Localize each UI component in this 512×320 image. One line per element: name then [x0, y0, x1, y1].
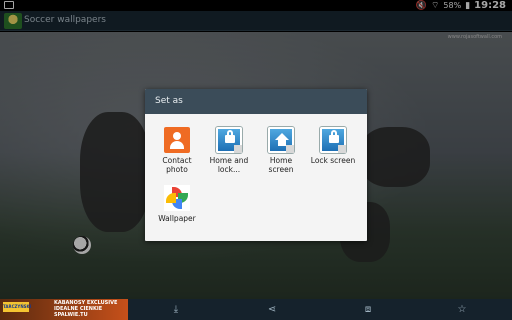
ad-brand-logo: TARCZYŃSKI [3, 302, 31, 312]
option-contact-photo[interactable]: Contact photo [152, 127, 202, 174]
option-label: Home screen [268, 156, 294, 174]
ad-banner[interactable]: TARCZYŃSKI KABANOSY EXCLUSIVE IDEALNE CI… [0, 299, 128, 320]
option-lock-screen[interactable]: Lock screen [308, 127, 358, 165]
contact-photo-icon [164, 127, 190, 153]
option-home-screen[interactable]: Home screen [256, 127, 306, 174]
option-label: Home and lock... [209, 156, 249, 174]
dialog-title: Set as [145, 89, 367, 114]
ad-text: KABANOSY EXCLUSIVE IDEALNE CIENKIE SPALW… [54, 300, 118, 318]
option-label: Wallpaper [158, 214, 196, 223]
home-screen-icon [268, 127, 294, 153]
option-wallpaper[interactable]: Wallpaper [152, 185, 202, 223]
option-label: Lock screen [310, 156, 356, 165]
download-icon[interactable]: ⤓ [170, 304, 182, 316]
star-icon[interactable]: ☆ [456, 304, 468, 316]
set-as-dialog: Set as Contact photo Home and lock... Ho… [145, 89, 367, 241]
lock-screen-icon [320, 127, 346, 153]
crop-icon[interactable]: ⧈ [362, 304, 374, 316]
option-label: Contact photo [162, 156, 192, 174]
share-icon[interactable]: ⋖ [266, 304, 278, 316]
bottom-bar: TARCZYŃSKI KABANOSY EXCLUSIVE IDEALNE CI… [0, 299, 512, 320]
wallpaper-photos-icon [164, 185, 190, 211]
option-home-and-lock[interactable]: Home and lock... [204, 127, 254, 174]
home-and-lock-icon [216, 127, 242, 153]
